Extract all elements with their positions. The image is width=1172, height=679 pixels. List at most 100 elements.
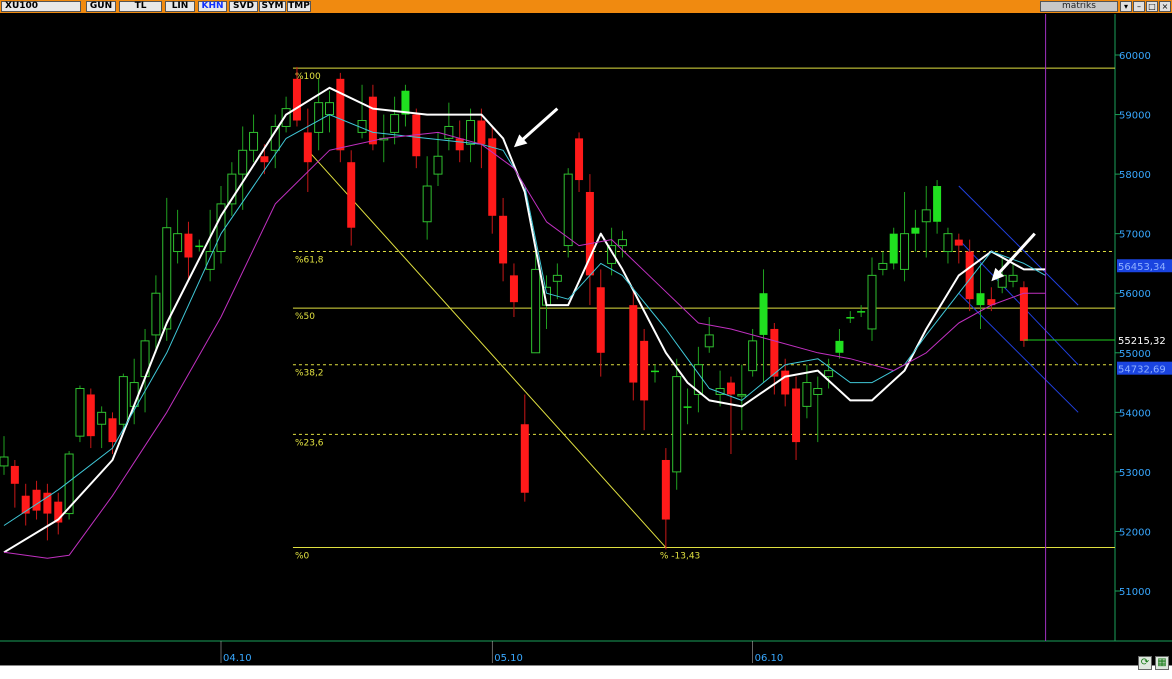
candle bbox=[520, 424, 529, 493]
grid-icon[interactable]: ▦ bbox=[1155, 656, 1169, 670]
candle bbox=[151, 292, 161, 336]
y-tick-label: 56000 bbox=[1119, 289, 1151, 300]
candle bbox=[499, 215, 508, 264]
candle bbox=[921, 209, 931, 223]
candle bbox=[368, 96, 377, 145]
x-tick-label: 05.10 bbox=[494, 653, 523, 664]
candle bbox=[455, 138, 464, 151]
fib-level-label: %38,2 bbox=[295, 369, 324, 379]
y-tick-label: 57000 bbox=[1119, 230, 1151, 241]
candle bbox=[205, 251, 215, 270]
candle bbox=[531, 268, 541, 354]
y-tick-label: 53000 bbox=[1119, 468, 1151, 479]
x-tick-label: 06.10 bbox=[755, 653, 784, 664]
candle bbox=[433, 155, 443, 175]
fib-level-label: %23,6 bbox=[295, 438, 324, 448]
candle bbox=[889, 233, 898, 264]
candle bbox=[575, 138, 584, 181]
candle bbox=[347, 162, 356, 228]
candle bbox=[249, 131, 259, 151]
candle bbox=[97, 411, 107, 425]
candle bbox=[108, 418, 117, 443]
candle bbox=[748, 340, 758, 372]
candle bbox=[976, 293, 985, 306]
candle bbox=[292, 78, 301, 121]
price-tag: 55215,32 bbox=[1117, 332, 1172, 347]
candle bbox=[43, 492, 52, 514]
candle bbox=[75, 388, 85, 437]
price-tag-label: 54732,69 bbox=[1118, 365, 1166, 376]
y-tick-label: 59000 bbox=[1119, 111, 1151, 122]
candlestick-chart[interactable]: 60000 59000 58000 57000 56000 55000 54000 53000… bbox=[0, 0, 1172, 678]
candle bbox=[260, 156, 269, 163]
candle bbox=[314, 102, 324, 133]
candle bbox=[238, 149, 248, 175]
candle bbox=[813, 388, 823, 395]
candle bbox=[878, 262, 888, 270]
candle bbox=[162, 227, 172, 330]
fib-level-label: %50 bbox=[295, 312, 315, 322]
candle bbox=[867, 274, 877, 330]
candle bbox=[933, 186, 942, 222]
candle bbox=[563, 173, 573, 247]
candle bbox=[846, 317, 855, 319]
candle bbox=[792, 388, 801, 443]
candle bbox=[954, 239, 963, 246]
candle bbox=[824, 370, 834, 378]
candle bbox=[661, 459, 670, 520]
candle bbox=[596, 287, 605, 353]
candle bbox=[173, 233, 183, 253]
price-tag: 54732,69 bbox=[1117, 361, 1172, 376]
fib-level-label: %61,8 bbox=[295, 256, 324, 266]
status-bar bbox=[0, 665, 1172, 679]
candle bbox=[726, 382, 735, 395]
candle bbox=[737, 393, 747, 397]
candle bbox=[10, 465, 19, 484]
candle bbox=[802, 382, 812, 407]
candle bbox=[1008, 274, 1018, 282]
fib-annotation: % -13,43 bbox=[660, 552, 700, 562]
fib-level-label: %0 bbox=[295, 552, 310, 562]
price-tag-label: 55215,32 bbox=[1118, 336, 1166, 347]
candle bbox=[640, 340, 649, 401]
candle bbox=[509, 275, 518, 303]
candle bbox=[0, 456, 9, 467]
refresh-icon[interactable]: ⟳ bbox=[1138, 656, 1152, 670]
candle bbox=[325, 102, 334, 116]
candle bbox=[32, 489, 41, 511]
y-tick-label: 51000 bbox=[1119, 587, 1151, 598]
y-tick-label: 60000 bbox=[1119, 51, 1151, 62]
candle bbox=[759, 293, 768, 335]
x-tick-label: 04.10 bbox=[223, 653, 252, 664]
candle bbox=[552, 274, 562, 282]
candle bbox=[900, 233, 910, 270]
y-tick-label: 54000 bbox=[1119, 408, 1151, 419]
candle bbox=[184, 233, 193, 258]
y-tick-label: 55000 bbox=[1119, 349, 1151, 360]
candle bbox=[118, 376, 128, 425]
candle bbox=[617, 239, 627, 247]
candle bbox=[1019, 287, 1028, 341]
candle bbox=[781, 370, 790, 395]
candle bbox=[672, 376, 682, 473]
candle bbox=[303, 132, 312, 163]
candle bbox=[86, 394, 95, 437]
candle bbox=[422, 185, 432, 223]
candle bbox=[704, 334, 714, 348]
candle bbox=[683, 406, 692, 408]
candle bbox=[195, 245, 204, 248]
candle bbox=[911, 227, 920, 234]
y-tick-label: 52000 bbox=[1119, 527, 1151, 538]
candle bbox=[943, 233, 953, 253]
candle bbox=[835, 340, 844, 353]
candle bbox=[770, 328, 779, 377]
price-tag-label: 56453,34 bbox=[1118, 262, 1166, 273]
candle bbox=[651, 370, 659, 373]
candle bbox=[629, 305, 638, 383]
candle bbox=[336, 78, 345, 151]
candle bbox=[857, 311, 866, 313]
candle bbox=[390, 114, 400, 133]
price-tag: 56453,34 bbox=[1117, 259, 1172, 273]
y-tick-label: 58000 bbox=[1119, 170, 1151, 181]
candle bbox=[477, 120, 486, 145]
